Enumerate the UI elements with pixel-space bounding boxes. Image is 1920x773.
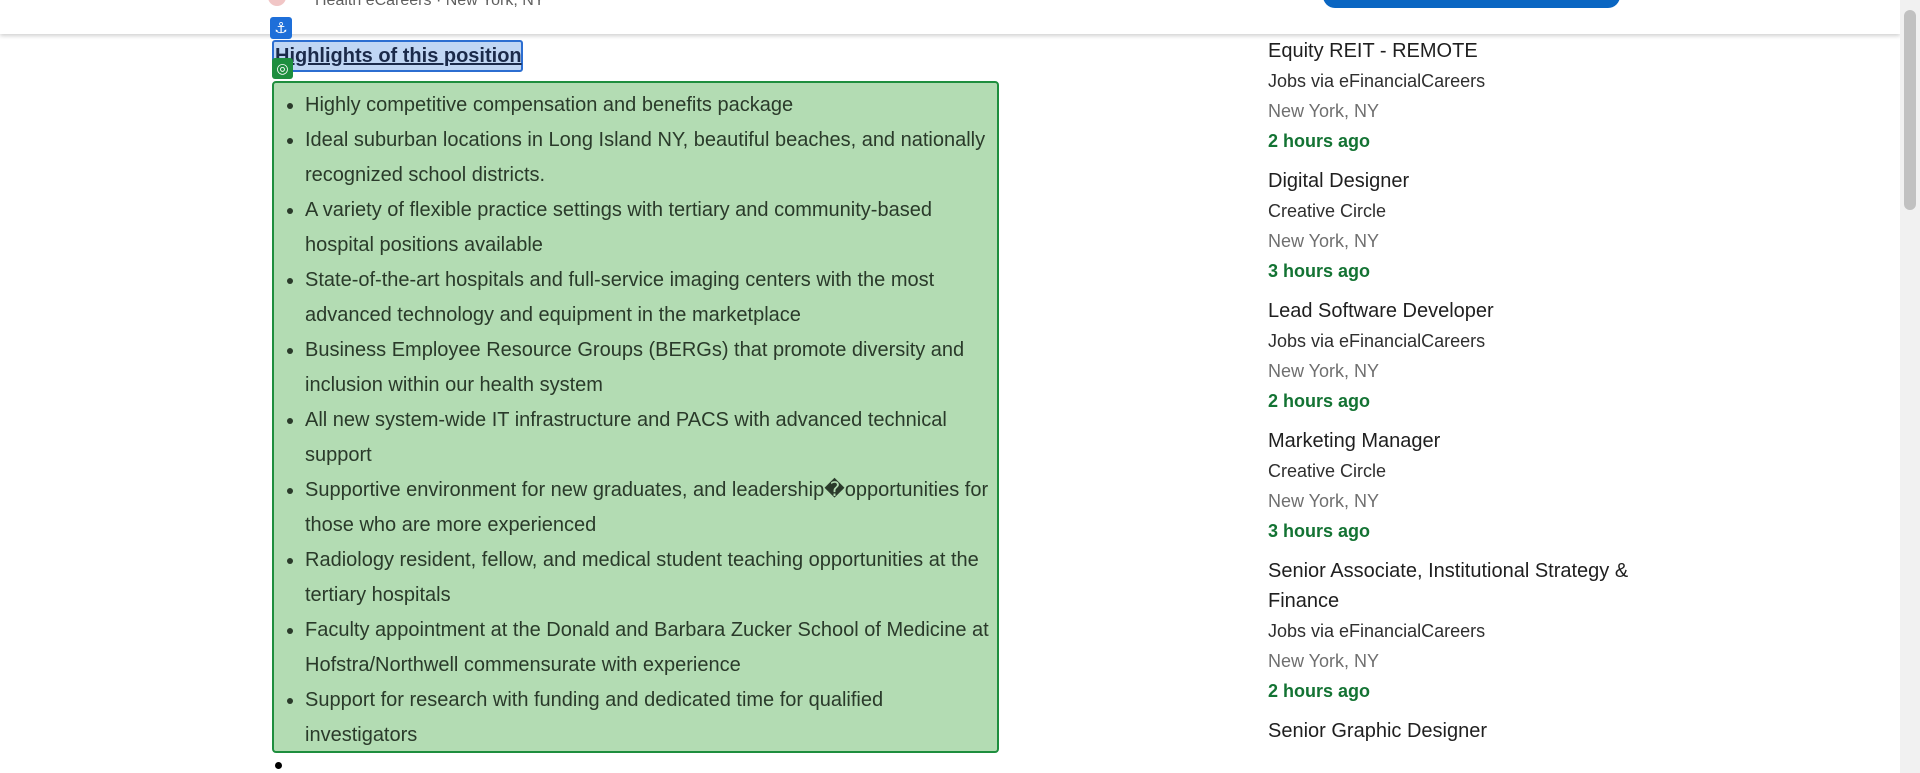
page-scrollbar[interactable] xyxy=(1900,0,1920,773)
job-location: New York, NY xyxy=(1268,491,1380,511)
list-item: Highly competitive compensation and bene… xyxy=(305,88,995,123)
job-card[interactable]: Lead Software Developer Jobs via eFinanc… xyxy=(1268,296,1688,416)
list-item: Radiology resident, fellow, and medical … xyxy=(305,543,995,613)
list-item: A variety of flexible practice settings … xyxy=(305,193,995,263)
list-item: Business Employee Resource Groups (BERGs… xyxy=(305,333,995,403)
job-title[interactable]: Senior Graphic Designer xyxy=(1268,716,1688,746)
list-item: Ideal suburban locations in Long Island … xyxy=(305,123,995,193)
job-company: Jobs via eFinancialCareers xyxy=(1268,71,1486,91)
apply-button[interactable] xyxy=(1323,0,1620,8)
job-title[interactable]: Marketing Manager xyxy=(1268,426,1688,456)
list-item: Support for research with funding and de… xyxy=(305,683,995,753)
list-item: Faculty appointment at the Donald and Ba… xyxy=(305,613,995,683)
list-item: All new system-wide IT infrastructure an… xyxy=(305,403,995,473)
company-logo xyxy=(268,0,286,6)
highlights-title[interactable]: Highlights of this position xyxy=(275,45,522,68)
job-company: Jobs via eFinancialCareers xyxy=(1268,621,1486,641)
job-location: New York, NY xyxy=(1268,101,1380,121)
list-bullet xyxy=(275,762,282,769)
target-icon[interactable]: ◎ xyxy=(272,58,293,79)
related-jobs-list: Equity REIT - REMOTE Jobs via eFinancial… xyxy=(1268,36,1688,756)
scrollbar-thumb[interactable] xyxy=(1904,10,1916,210)
job-card[interactable]: Marketing Manager Creative Circle New Yo… xyxy=(1268,426,1688,546)
job-title[interactable]: Lead Software Developer xyxy=(1268,296,1688,326)
job-title[interactable]: Digital Designer xyxy=(1268,166,1688,196)
job-card[interactable]: Digital Designer Creative Circle New Yor… xyxy=(1268,166,1688,286)
job-posted-time: 2 hours ago xyxy=(1268,391,1371,411)
job-company: Creative Circle xyxy=(1268,201,1387,221)
job-card[interactable]: Equity REIT - REMOTE Jobs via eFinancial… xyxy=(1268,36,1688,156)
job-posted-time: 3 hours ago xyxy=(1268,521,1371,541)
job-location: New York, NY xyxy=(1268,361,1380,381)
job-posted-time: 2 hours ago xyxy=(1268,131,1371,151)
job-card[interactable]: Senior Associate, Institutional Strategy… xyxy=(1268,556,1688,706)
list-item: State-of-the-art hospitals and full-serv… xyxy=(305,263,995,333)
company-location-text: Health eCareers · New York, NY xyxy=(315,0,545,9)
job-title[interactable]: Senior Associate, Institutional Strategy… xyxy=(1268,556,1688,616)
job-card[interactable]: Senior Graphic Designer xyxy=(1268,716,1688,746)
job-company: Jobs via eFinancialCareers xyxy=(1268,331,1486,351)
job-company: Creative Circle xyxy=(1268,461,1387,481)
job-location: New York, NY xyxy=(1268,651,1380,671)
job-posted-time: 3 hours ago xyxy=(1268,261,1371,281)
list-item: Supportive environment for new graduates… xyxy=(305,473,995,543)
job-posted-time: 2 hours ago xyxy=(1268,681,1371,701)
job-title[interactable]: Equity REIT - REMOTE xyxy=(1268,36,1688,66)
anchor-icon[interactable]: ⚓ xyxy=(270,17,292,39)
job-location: New York, NY xyxy=(1268,231,1380,251)
highlights-list: Highly competitive compensation and bene… xyxy=(305,88,995,753)
